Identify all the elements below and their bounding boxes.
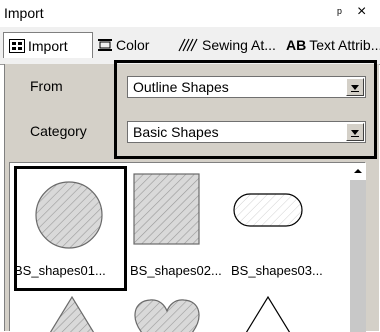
- shape-caption: BS_shapes02...: [130, 263, 222, 278]
- text-attributes-icon: AB: [286, 37, 307, 53]
- tab-label: Text Attrib...: [309, 37, 380, 53]
- shape-thumbnail-heart[interactable]: [134, 299, 200, 332]
- pin-icon[interactable]: ᵖ: [337, 5, 342, 20]
- scrollbar-thumb[interactable]: [350, 180, 366, 332]
- tab-label: Color: [116, 37, 150, 53]
- category-value: Basic Shapes: [133, 124, 219, 140]
- from-dropdown[interactable]: Outline Shapes: [127, 76, 366, 98]
- category-dropdown[interactable]: Basic Shapes: [127, 121, 366, 143]
- scroll-up-icon[interactable]: [350, 163, 366, 180]
- chevron-down-icon[interactable]: [346, 123, 364, 141]
- tab-label: Import: [28, 37, 68, 54]
- color-icon: [97, 38, 113, 52]
- from-label: From: [30, 78, 63, 94]
- tab-label: Sewing At...: [202, 37, 276, 53]
- sewing-icon: [177, 38, 199, 52]
- tab-color[interactable]: Color: [97, 33, 149, 57]
- window-titlebar: Import ᵖ ×: [0, 0, 380, 28]
- tab-sewing-attributes[interactable]: Sewing At...: [177, 33, 276, 57]
- gallery-scrollbar[interactable]: [350, 163, 366, 332]
- close-icon[interactable]: ×: [357, 3, 366, 21]
- shape-thumbnail-triangle[interactable]: [49, 295, 95, 332]
- import-icon: [9, 38, 25, 53]
- chevron-down-icon[interactable]: [346, 78, 364, 96]
- shape-thumbnail-square[interactable]: [133, 173, 200, 245]
- selection-outline: [114, 60, 377, 159]
- tab-import[interactable]: Import: [3, 32, 93, 58]
- shape-thumbnail-rounded-rect[interactable]: [233, 193, 303, 227]
- category-label: Category: [30, 123, 87, 139]
- shape-thumbnail-triangle-outline[interactable]: [245, 295, 291, 332]
- from-value: Outline Shapes: [133, 79, 229, 95]
- window-title: Import: [4, 5, 44, 21]
- tab-text-attributes[interactable]: AB Text Attrib...: [286, 33, 380, 57]
- shape-caption: BS_shapes03...: [231, 263, 323, 278]
- selected-shape-highlight: [14, 166, 127, 291]
